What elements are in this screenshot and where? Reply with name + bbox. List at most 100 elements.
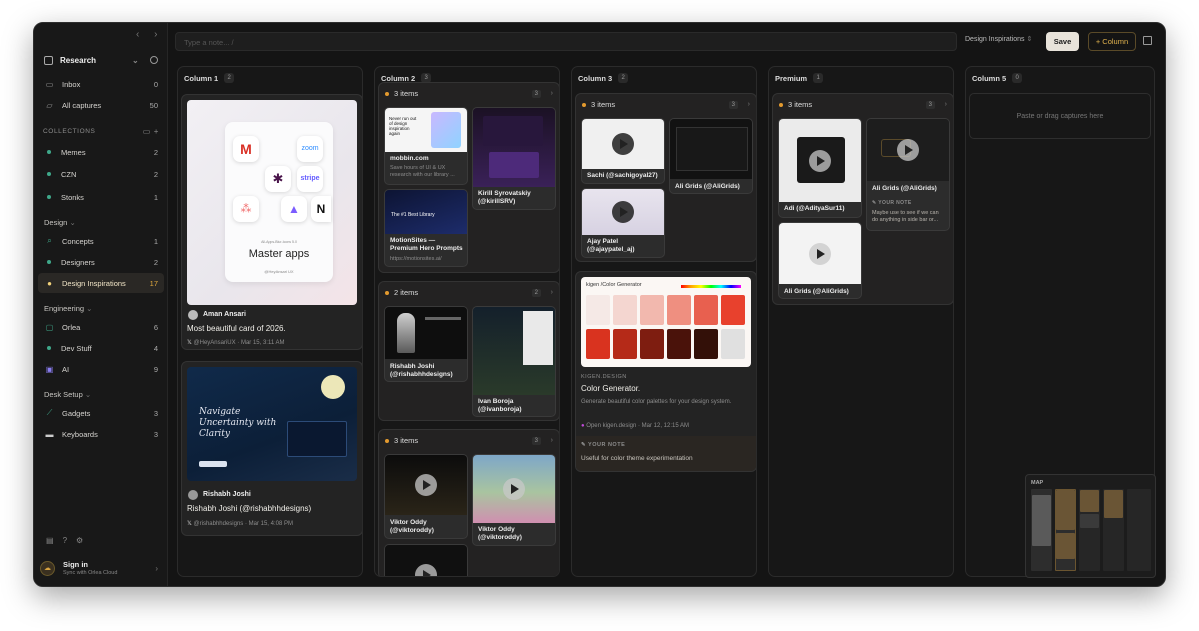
thumb-graphic — [431, 112, 461, 148]
column-header[interactable]: Column 5 0 — [972, 73, 1023, 83]
minimap[interactable]: MAP — [1025, 474, 1156, 578]
mockup-title: Master apps — [248, 248, 310, 260]
sidebar-item-memes[interactable]: Memes 2 — [38, 142, 164, 162]
book-icon[interactable] — [1143, 36, 1152, 45]
capture-group[interactable]: 3 items 3 › Adi (@AdityaSur11) Ali Grids (… — [772, 93, 953, 305]
sidebar-item-concepts[interactable]: ⌕ Concepts 1 — [38, 231, 164, 251]
sidebar-item-keyboards[interactable]: ▬ Keyboards 3 — [38, 424, 164, 444]
sidebar-item-count: 2 — [153, 147, 158, 157]
column-header[interactable]: Column 1 2 — [184, 73, 235, 83]
capture-group[interactable]: 2 items 2 › Rishabh Joshi (@rishabhhdesign… — [378, 281, 559, 421]
sidebar-item-gadgets[interactable]: ⟋ Gadgets 3 — [38, 403, 164, 423]
search-icon: ⌕ — [47, 236, 52, 245]
capture-card[interactable]: kigen /Color Generator KIGEN.DESIGN Colo… — [575, 271, 756, 472]
help-icon[interactable]: ? — [63, 536, 67, 545]
capture-group[interactable]: 3 items 3 › Never run out of design inspir… — [378, 82, 559, 273]
group-header[interactable]: 3 items 3 › — [385, 436, 553, 445]
group-item[interactable] — [384, 544, 468, 576]
group-item[interactable]: Ivan Boroja (@ivanboroja) — [472, 306, 556, 417]
zoom-icon: zoom — [297, 136, 323, 162]
board-select[interactable]: Design Inspirations ⇕ — [965, 35, 1032, 43]
wrench-icon: ⟋ — [46, 408, 53, 417]
group-item[interactable]: Sachi (@sachigoyal27) — [581, 118, 665, 184]
play-icon[interactable] — [897, 139, 919, 161]
sidebar-item-all-captures[interactable]: ▱ All captures 50 — [38, 95, 164, 115]
group-item[interactable]: The #1 Best Library MotionSites — Premiu… — [384, 189, 468, 267]
sidebar-item-designers[interactable]: Designers 2 — [38, 252, 164, 272]
play-icon[interactable] — [809, 149, 831, 172]
play-icon[interactable] — [415, 564, 437, 576]
item-title: Rishabh Joshi (@rishabhhdesigns) — [390, 363, 453, 378]
sidebar-item-label: CZN — [61, 169, 77, 179]
sidebar-item-stonks[interactable]: Stonks 1 — [38, 187, 164, 207]
sidebar-item-label: Orlea — [62, 322, 81, 332]
search-icon[interactable] — [150, 56, 158, 64]
group-header[interactable]: 3 items 3 › — [385, 89, 553, 98]
capture-card[interactable]: M zoom ✱ stripe ⁂ ▲ N All-Apps-Blur-Icon… — [181, 94, 362, 350]
play-icon[interactable] — [612, 201, 634, 223]
group-item[interactable]: Kirill Syrovatskiy (@kirillSRV) — [472, 107, 556, 210]
group-header[interactable]: 3 items 3 › — [582, 100, 750, 109]
group-item[interactable]: Ali Grids (@AliGrids) — [669, 118, 753, 194]
group-header[interactable]: 3 items 3 › — [779, 100, 947, 109]
chevron-down-icon[interactable]: ⌄ — [132, 56, 139, 65]
group-header-label: Engineering — [44, 304, 85, 313]
card-author: Rishabh Joshi — [203, 491, 251, 498]
card-meta[interactable]: ● Open kigen.design · Mar 12, 12:15 AM — [581, 423, 752, 430]
sidebar-item-czn[interactable]: CZN 2 — [38, 164, 164, 184]
sign-in-button[interactable]: ☁ Sign in Sync with Orlea Cloud › — [40, 555, 162, 581]
workspace-name: Research — [60, 55, 97, 65]
drop-zone[interactable]: Paste or drag captures here — [969, 93, 1151, 139]
add-collection-icon[interactable]: ▭ + — [143, 127, 159, 136]
play-icon[interactable] — [503, 478, 525, 500]
group-header-desk-setup[interactable]: Desk Setup ⌄ — [44, 390, 91, 399]
column-header[interactable]: Column 3 2 — [578, 73, 629, 83]
capture-group[interactable]: 3 items 3 › Sachi (@sachigoyal27) Ali Grid… — [575, 93, 756, 262]
play-icon[interactable] — [612, 133, 634, 155]
history-arrows[interactable]: ‹ › — [136, 29, 163, 40]
sidebar-item-orlea[interactable]: ▢ Orlea 6 — [38, 317, 164, 337]
item-title: Ali Grids (@AliGrids) — [675, 183, 740, 190]
group-item[interactable]: Adi (@AdityaSur11) — [778, 118, 862, 218]
group-item[interactable]: Never run out of design inspiration agai… — [384, 107, 468, 185]
capture-card[interactable]: Navigate Uncertainty with Clarity Rishab… — [181, 361, 362, 536]
item-subtitle: Save hours of UI & UX research with our … — [390, 165, 455, 178]
column-title: Column 3 — [578, 73, 613, 83]
workspace-switcher[interactable]: Research ⌄ — [44, 53, 164, 67]
sidebar-item-ai[interactable]: ▣ AI 9 — [38, 359, 164, 379]
color-swatch — [640, 295, 664, 325]
sidebar-item-design-inspirations[interactable]: ● Design Inspirations 17 — [38, 273, 164, 293]
save-button[interactable]: Save — [1046, 32, 1079, 51]
add-column-button[interactable]: + Column — [1088, 32, 1136, 51]
minimap-column — [1127, 489, 1151, 571]
group-item[interactable]: Ali Grids (@AliGrids) ✎ YOUR NOTE Maybe … — [866, 118, 950, 231]
column-header[interactable]: Premium 1 — [775, 73, 824, 83]
group-header-label: Design — [44, 218, 68, 227]
group-item[interactable]: Ajay Patel (@ajaypatel_aj) — [581, 188, 665, 258]
group-header[interactable]: 2 items 2 › — [385, 288, 553, 297]
card-title: Most beautiful card of 2026. — [187, 324, 286, 333]
item-thumbnail: Never run out of design inspiration agai… — [385, 108, 467, 152]
mockup-sub: @HeyAnsari UX — [264, 269, 294, 274]
capture-group[interactable]: 3 items 3 › Viktor Oddy (@viktoroddy) Vikt… — [378, 429, 559, 576]
item-title: Viktor Oddy (@viktoroddy) — [478, 526, 522, 541]
color-swatch — [613, 295, 637, 325]
group-header-design[interactable]: Design ⌄ — [44, 218, 76, 227]
group-item[interactable]: Viktor Oddy (@viktoroddy) — [384, 454, 468, 539]
group-dot-icon — [385, 91, 389, 96]
play-icon[interactable] — [809, 242, 831, 265]
gear-icon[interactable]: ⚙ — [76, 536, 83, 545]
group-header-label: Desk Setup — [44, 390, 83, 399]
sidebar-item-inbox[interactable]: ▭ Inbox 0 — [38, 74, 164, 94]
group-header-engineering[interactable]: Engineering ⌄ — [44, 304, 92, 313]
group-item[interactable]: Viktor Oddy (@viktoroddy) — [472, 454, 556, 546]
group-item[interactable]: Ali Grids (@AliGrids) — [778, 222, 862, 299]
archive-icon[interactable]: ▤ — [46, 536, 54, 545]
note-input[interactable]: Type a note... / — [175, 32, 957, 51]
sidebar-item-label: Design Inspirations — [62, 278, 126, 288]
play-icon[interactable] — [415, 474, 437, 496]
board-select-value: Design Inspirations — [965, 36, 1025, 43]
sidebar-item-dev-stuff[interactable]: Dev Stuff 4 — [38, 338, 164, 358]
group-item[interactable]: Rishabh Joshi (@rishabhhdesigns) — [384, 306, 468, 382]
card-thumbnail: M zoom ✱ stripe ⁂ ▲ N All-Apps-Blur-Icon… — [187, 100, 357, 305]
